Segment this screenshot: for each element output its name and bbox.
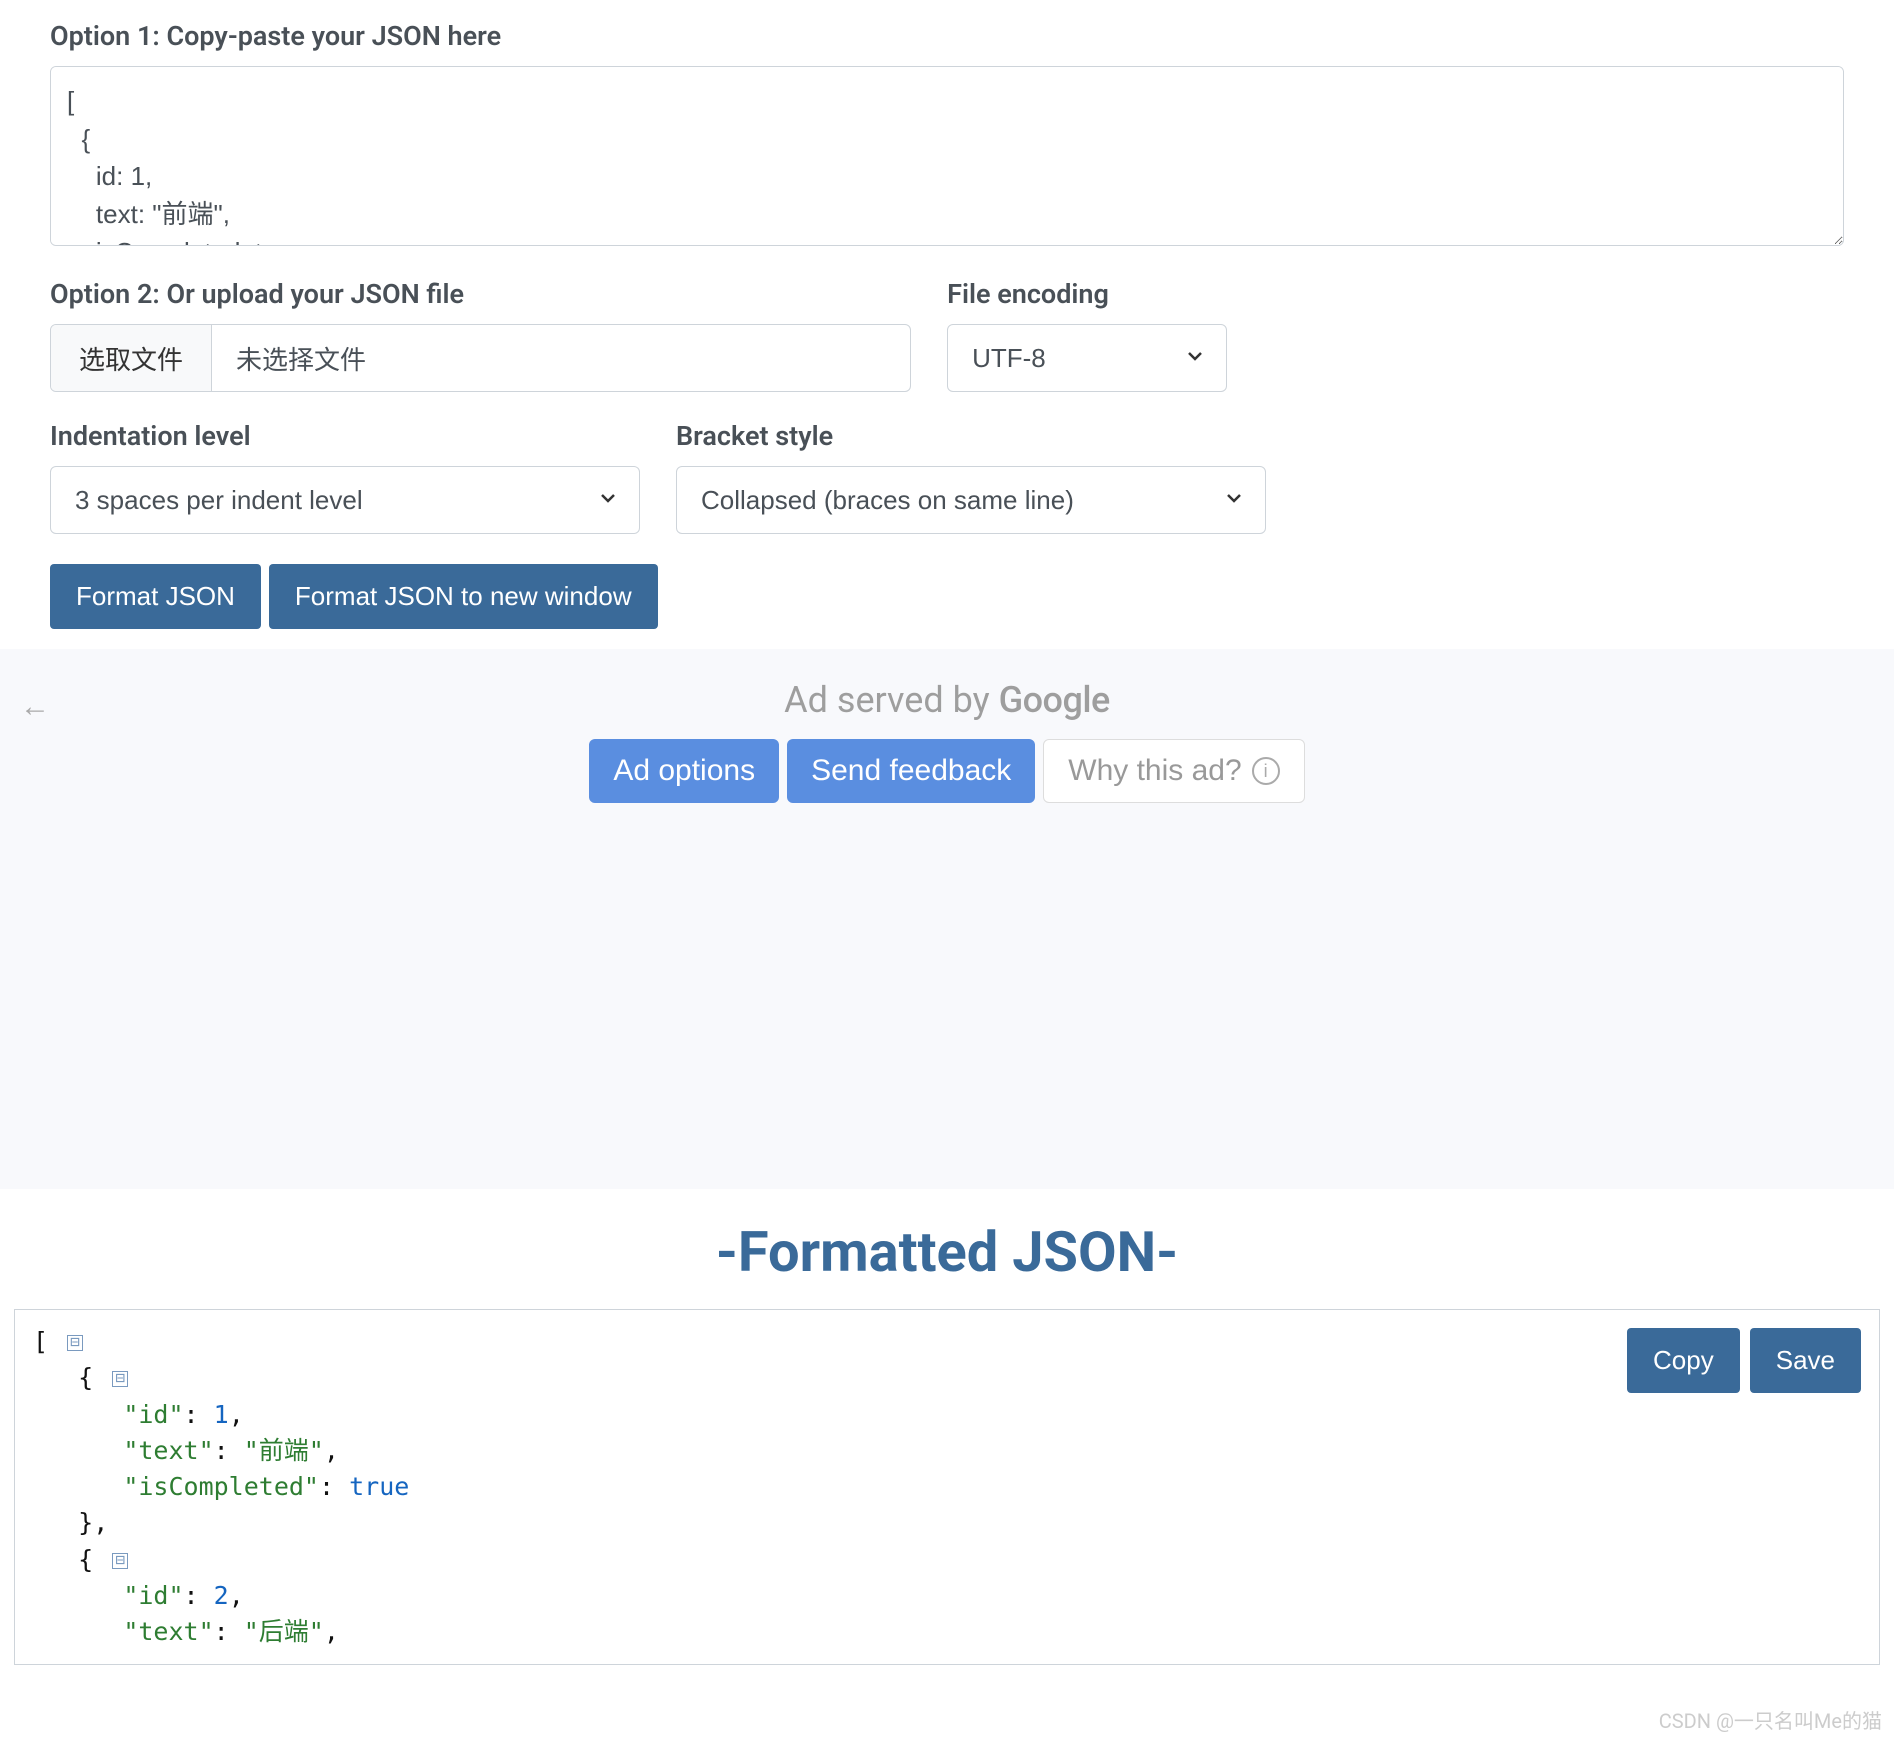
option1-label: Option 1: Copy-paste your JSON here bbox=[50, 20, 1844, 52]
ad-options-button[interactable]: Ad options bbox=[589, 739, 779, 803]
encoding-select[interactable]: UTF-8 bbox=[947, 324, 1227, 392]
file-status-text: 未选择文件 bbox=[212, 325, 390, 391]
collapse-toggle-icon[interactable]: ⊟ bbox=[112, 1553, 128, 1569]
google-logo-text: Google bbox=[999, 679, 1110, 721]
bracket-style-label: Bracket style bbox=[676, 420, 1266, 452]
ad-back-arrow-icon[interactable]: ← bbox=[20, 689, 50, 724]
option2-label: Option 2: Or upload your JSON file bbox=[50, 278, 911, 310]
ad-panel: ← Ad served by Google Ad options Send fe… bbox=[0, 649, 1894, 1189]
indentation-label: Indentation level bbox=[50, 420, 640, 452]
indentation-select[interactable]: 3 spaces per indent level bbox=[50, 466, 640, 534]
ad-served-by-text: Ad served by Google bbox=[0, 679, 1894, 721]
copy-button[interactable]: Copy bbox=[1627, 1328, 1740, 1393]
json-input-textarea[interactable] bbox=[50, 66, 1844, 246]
watermark-text: CSDN @一只名叫Me的猫 bbox=[1659, 1705, 1882, 1734]
formatted-json-title: -Formatted JSON- bbox=[0, 1219, 1894, 1285]
file-input[interactable]: 选取文件 未选择文件 bbox=[50, 324, 911, 392]
why-this-ad-button[interactable]: Why this ad? i bbox=[1043, 739, 1304, 803]
formatted-json-output: Copy Save [ ⊟ { ⊟ "id": 1, "text": "前端",… bbox=[14, 1309, 1880, 1665]
format-json-new-window-button[interactable]: Format JSON to new window bbox=[269, 564, 658, 629]
send-feedback-button[interactable]: Send feedback bbox=[787, 739, 1035, 803]
encoding-label: File encoding bbox=[947, 278, 1227, 310]
format-json-button[interactable]: Format JSON bbox=[50, 564, 261, 629]
bracket-style-select[interactable]: Collapsed (braces on same line) bbox=[676, 466, 1266, 534]
info-icon: i bbox=[1252, 757, 1280, 785]
collapse-toggle-icon[interactable]: ⊟ bbox=[112, 1371, 128, 1387]
collapse-toggle-icon[interactable]: ⊟ bbox=[67, 1335, 83, 1351]
file-select-button[interactable]: 选取文件 bbox=[51, 325, 212, 391]
save-button[interactable]: Save bbox=[1750, 1328, 1861, 1393]
